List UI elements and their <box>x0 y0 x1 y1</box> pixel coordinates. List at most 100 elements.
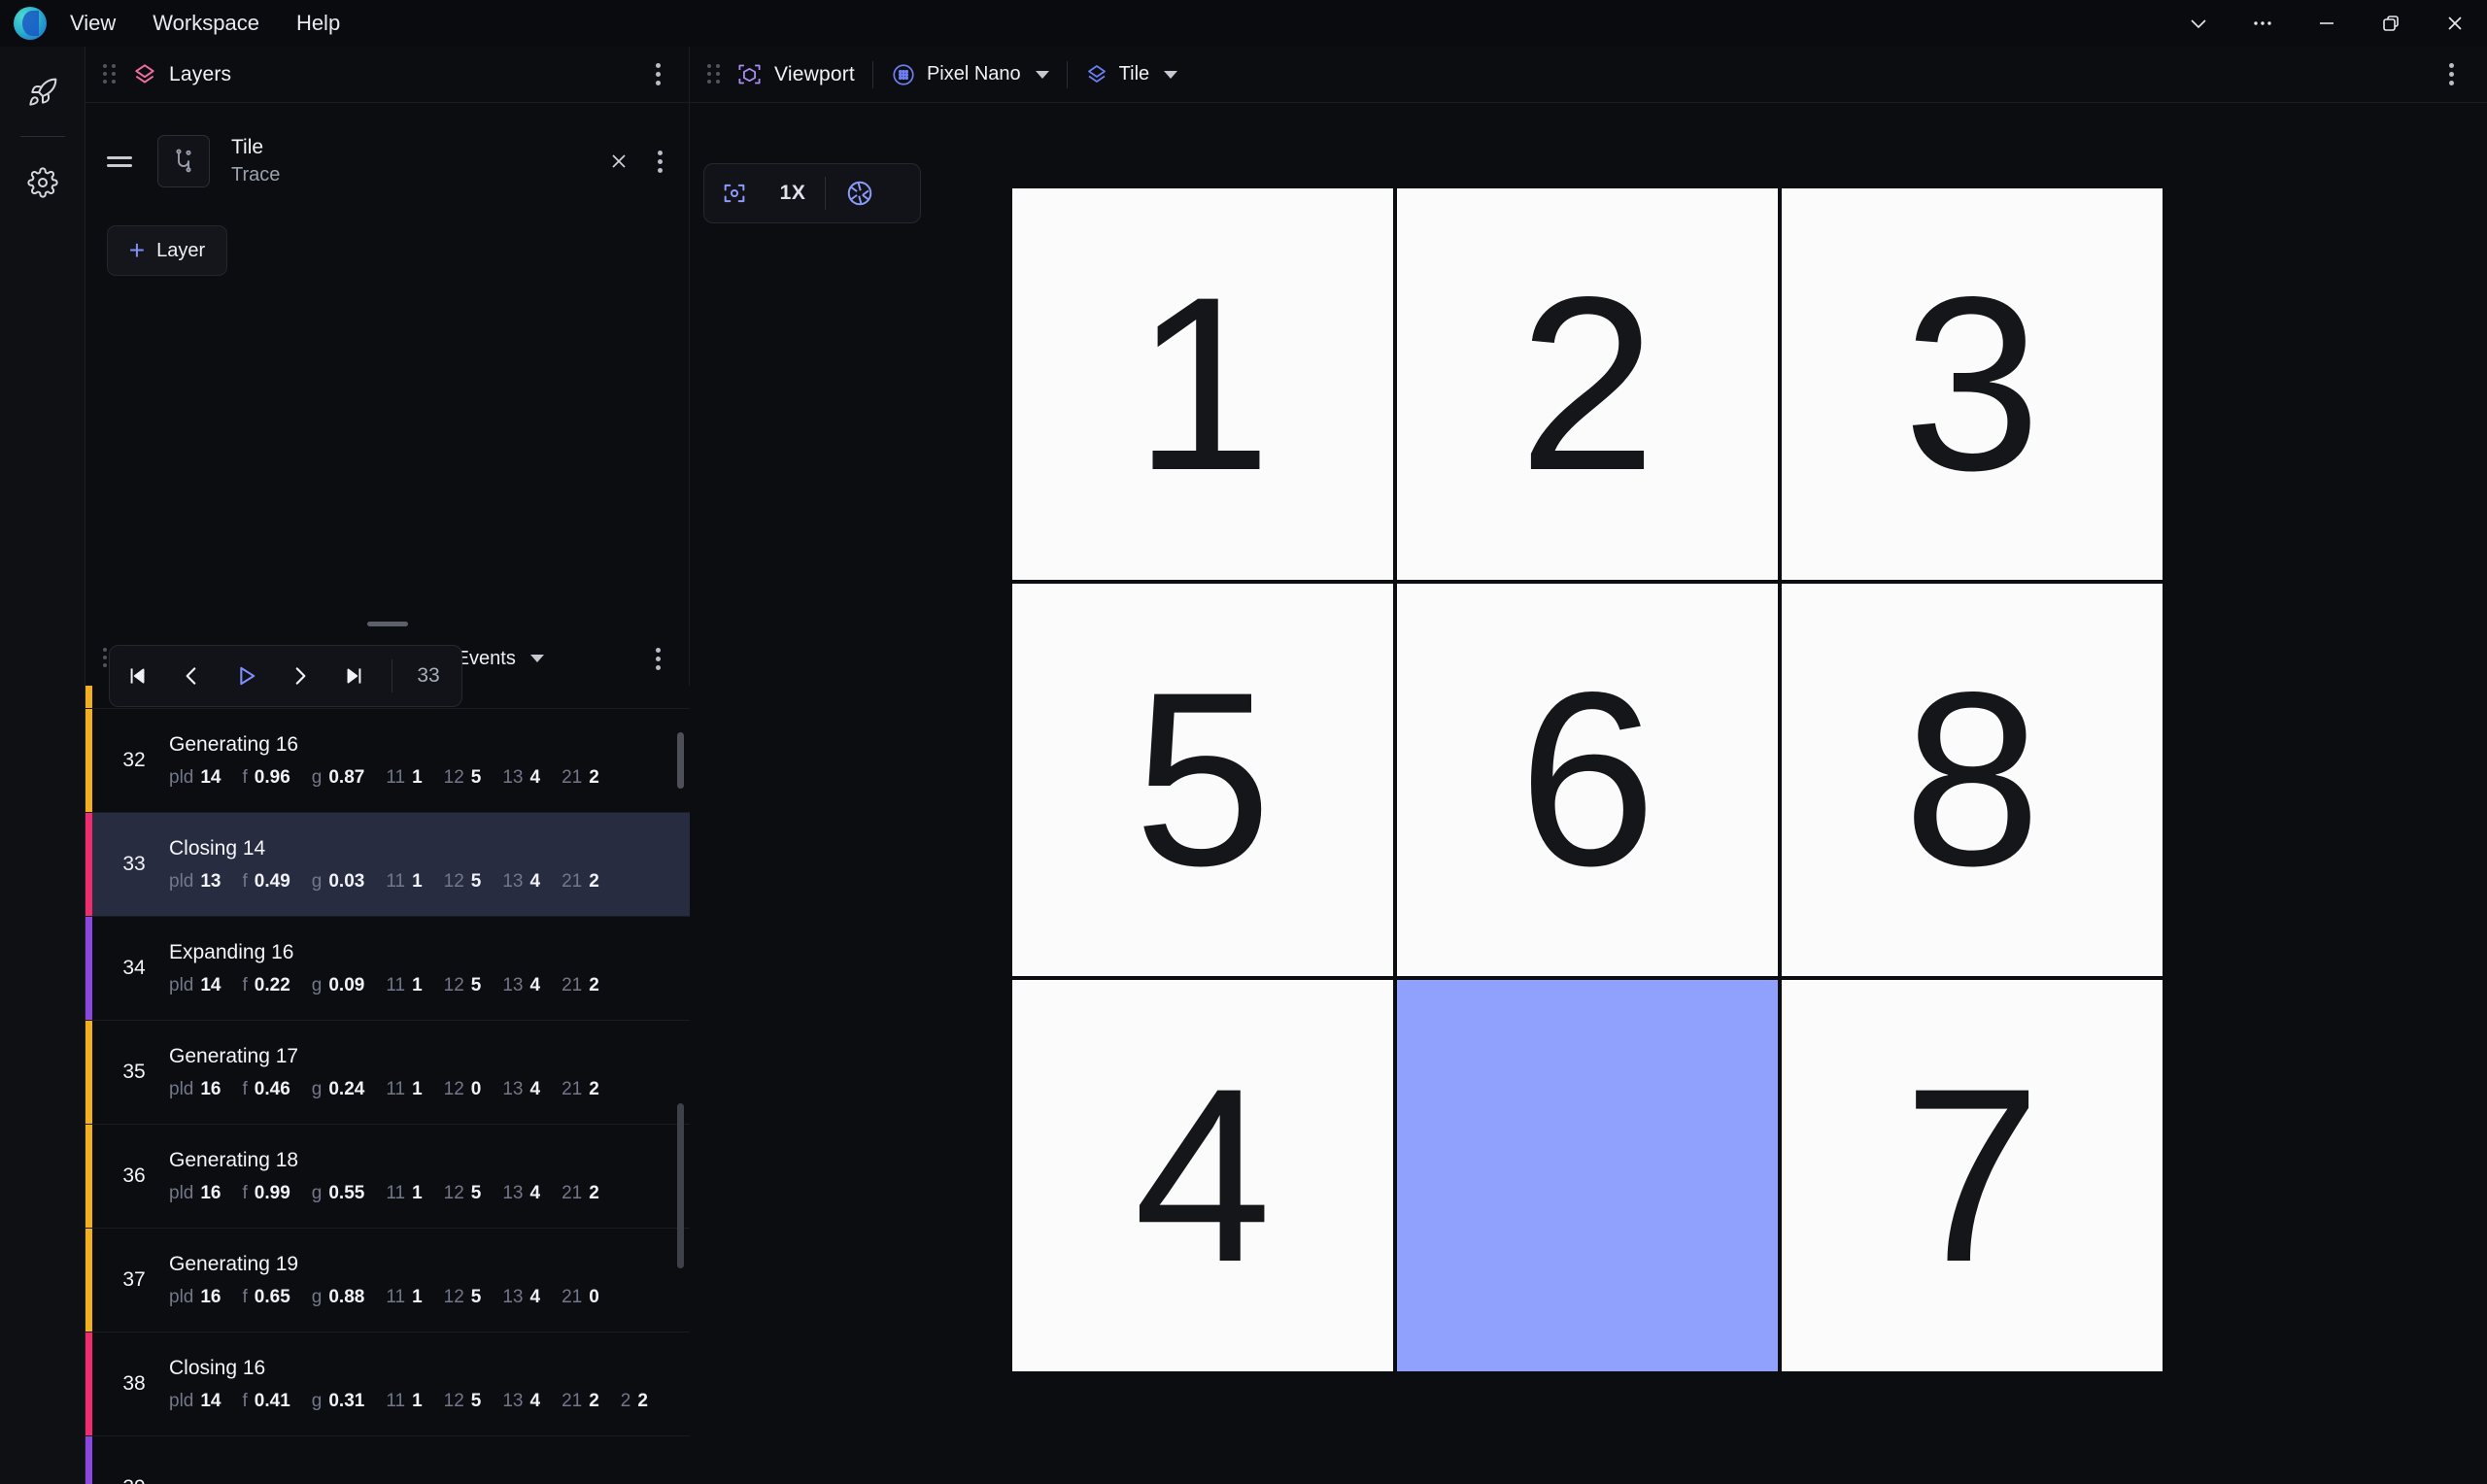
renderer-selector[interactable]: Pixel Nano <box>891 62 1049 87</box>
chevron-right-icon <box>295 667 306 685</box>
layer-close-button[interactable] <box>602 145 635 178</box>
app-logo-icon <box>14 7 47 40</box>
puzzle-cell[interactable]: 4 <box>1010 977 1395 1373</box>
row-title: Generating 17 <box>169 1044 299 1067</box>
row-title: Generating 19 <box>169 1252 299 1275</box>
play-icon <box>240 666 256 686</box>
row-stats: pld 14 f 0.96 g 0.87 11 1 12 5 13 4 21 2 <box>169 766 599 788</box>
events-scrollbar-thumb-lower[interactable] <box>677 1103 684 1268</box>
restore-window-icon[interactable] <box>2359 0 2423 47</box>
row-title: Closing 16 <box>169 1356 266 1379</box>
puzzle-cell[interactable]: 2 <box>1395 186 1780 583</box>
trace-path-icon <box>176 149 191 173</box>
table-row[interactable]: 33 Closing 14 pld 13 f 0.49 g 0.03 11 1 12 5 13 4 21 2 <box>85 813 690 917</box>
layer-menu-button[interactable] <box>647 147 672 176</box>
layer-drag-handle-icon[interactable] <box>107 155 132 167</box>
row-stats: pld 16 f 0.65 g 0.88 11 1 12 5 13 4 21 0 <box>169 1286 599 1307</box>
close-icon <box>612 154 626 168</box>
frame-number[interactable]: 33 <box>398 664 459 688</box>
viewport-panel: Viewport Pixel Nano Tile 1X 1 2 3 5 6 8 … <box>690 47 2487 1484</box>
events-scrollbar-thumb-upper[interactable] <box>677 732 684 789</box>
row-stats: pld 14 f 0.41 g 0.31 11 1 12 5 13 4 21 2 2 2 <box>169 1390 648 1411</box>
table-row[interactable]: 35 Generating 17 pld 16 f 0.46 g 0.24 11 1 12 0 13 4 2… <box>85 1021 690 1125</box>
playback-transport[interactable]: 33 <box>109 645 462 707</box>
plus-icon: + <box>128 235 146 265</box>
rail-divider <box>19 136 65 137</box>
puzzle-cell[interactable]: 5 <box>1010 582 1395 978</box>
layer-type: Trace <box>231 164 281 186</box>
viewport-menu-button[interactable] <box>2438 60 2464 89</box>
step-back-button[interactable] <box>164 645 219 707</box>
row-body: Closing 14 pld 13 f 0.49 g 0.03 11 1 12 5 13 4 21 2 <box>169 837 690 893</box>
chevron-down-icon[interactable] <box>2166 0 2231 47</box>
puzzle-cell-blank[interactable] <box>1395 977 1780 1373</box>
rocket-icon <box>28 78 56 106</box>
puzzle-cell[interactable]: 3 <box>1780 186 2164 583</box>
drag-handle-icon[interactable] <box>707 63 723 85</box>
table-row[interactable]: 37 Generating 19 pld 16 f 0.65 g 0.88 11 1 12 5 13 4 2… <box>85 1229 690 1332</box>
row-index: 33 <box>122 853 146 875</box>
viewport-header: Viewport Pixel Nano Tile <box>690 47 2487 103</box>
panel-resize-handle[interactable] <box>85 616 690 631</box>
layer-thumbnail <box>157 135 210 187</box>
menu-workspace[interactable]: Workspace <box>139 7 273 40</box>
divider <box>1066 60 1068 88</box>
skip-to-end-button[interactable] <box>327 645 382 707</box>
capture-button[interactable] <box>830 163 890 223</box>
layer-name: Tile <box>231 135 264 158</box>
zoom-level-label[interactable]: 1X <box>765 182 821 205</box>
puzzle-cell[interactable]: 7 <box>1780 977 2164 1373</box>
row-body: Generating 18 pld 16 f 0.99 g 0.55 11 1 12 5 13 4 21 2 <box>169 1149 690 1204</box>
table-row[interactable]: 39 <box>85 1436 690 1484</box>
renderer-selector-label: Pixel Nano <box>926 63 1021 84</box>
row-index: 38 <box>122 1372 146 1395</box>
viewport-layer-selector[interactable]: Tile <box>1085 63 1178 86</box>
rail-item-settings[interactable] <box>15 154 71 211</box>
puzzle-board[interactable]: 12356847 <box>1010 186 2164 1373</box>
row-index: 32 <box>122 749 146 771</box>
window-controls <box>2166 0 2487 47</box>
focus-button[interactable] <box>704 163 765 223</box>
rail-item-launch[interactable] <box>15 64 71 120</box>
close-icon[interactable] <box>2423 0 2487 47</box>
chevron-down-icon <box>1035 70 1049 79</box>
puzzle-cell[interactable]: 8 <box>1780 582 2164 978</box>
events-list[interactable]: 31 pld14f0.05g0.03111125130212 32Generat… <box>85 686 690 1484</box>
menu-help[interactable]: Help <box>283 7 354 40</box>
events-panel: Events Tile All Events 3 <box>85 631 690 1484</box>
pixel-dots-circle-icon <box>893 63 914 85</box>
divider <box>871 60 873 88</box>
layers-panel-menu-button[interactable] <box>645 60 670 89</box>
row-index: 37 <box>122 1268 146 1291</box>
step-forward-button[interactable] <box>273 645 327 707</box>
table-row[interactable]: 36 Generating 18 pld 16 f 0.99 g 0.55 11 1 12 5 13 4 2… <box>85 1125 690 1229</box>
row-stats: pld 16 f 0.99 g 0.55 11 1 12 5 13 4 21 2 <box>169 1182 599 1203</box>
add-layer-button[interactable]: + Layer <box>107 225 227 276</box>
layer-meta: Tile Trace <box>231 135 280 187</box>
row-body: Generating 17 pld 16 f 0.46 g 0.24 11 1 12 0 13 4 21 2 <box>169 1045 690 1100</box>
layer-list-item[interactable]: Tile Trace <box>85 124 690 198</box>
row-body: Generating 16 pld 14 f 0.96 g 0.87 11 1 12 5 13 4 21 2 <box>169 733 690 789</box>
puzzle-cell[interactable]: 6 <box>1395 582 1780 978</box>
minimize-icon[interactable] <box>2295 0 2359 47</box>
chevron-down-icon <box>1164 70 1178 79</box>
title-bar: View Workspace Help <box>0 0 2487 47</box>
viewport-toolbar[interactable]: 1X <box>703 163 921 223</box>
table-row[interactable]: 34 Expanding 16 pld 14 f 0.22 g 0.09 11 1 12 5 13 4 21… <box>85 917 690 1021</box>
table-row[interactable]: 32 Generating 16 pld 14 f 0.96 g 0.87 11 1 12 5 13 4 2… <box>85 709 690 813</box>
row-title: Generating 16 <box>169 732 299 756</box>
row-index: 36 <box>122 1164 146 1187</box>
play-button[interactable] <box>219 645 273 707</box>
skip-to-start-button[interactable] <box>110 645 164 707</box>
row-color-bar <box>85 686 92 708</box>
puzzle-cell[interactable]: 1 <box>1010 186 1395 583</box>
divider <box>825 177 826 210</box>
layers-panel-header: Layers <box>85 47 690 103</box>
skip-back-icon <box>130 668 145 684</box>
drag-handle-icon[interactable] <box>103 63 119 85</box>
table-row[interactable]: 38 Closing 16 pld 14 f 0.41 g 0.31 11 1 12 5 13 4 21 2 2… <box>85 1332 690 1436</box>
ellipsis-icon[interactable] <box>2231 0 2295 47</box>
events-panel-menu-button[interactable] <box>645 644 670 673</box>
viewport-layer-selector-label: Tile <box>1118 63 1150 84</box>
menu-view[interactable]: View <box>56 7 129 40</box>
